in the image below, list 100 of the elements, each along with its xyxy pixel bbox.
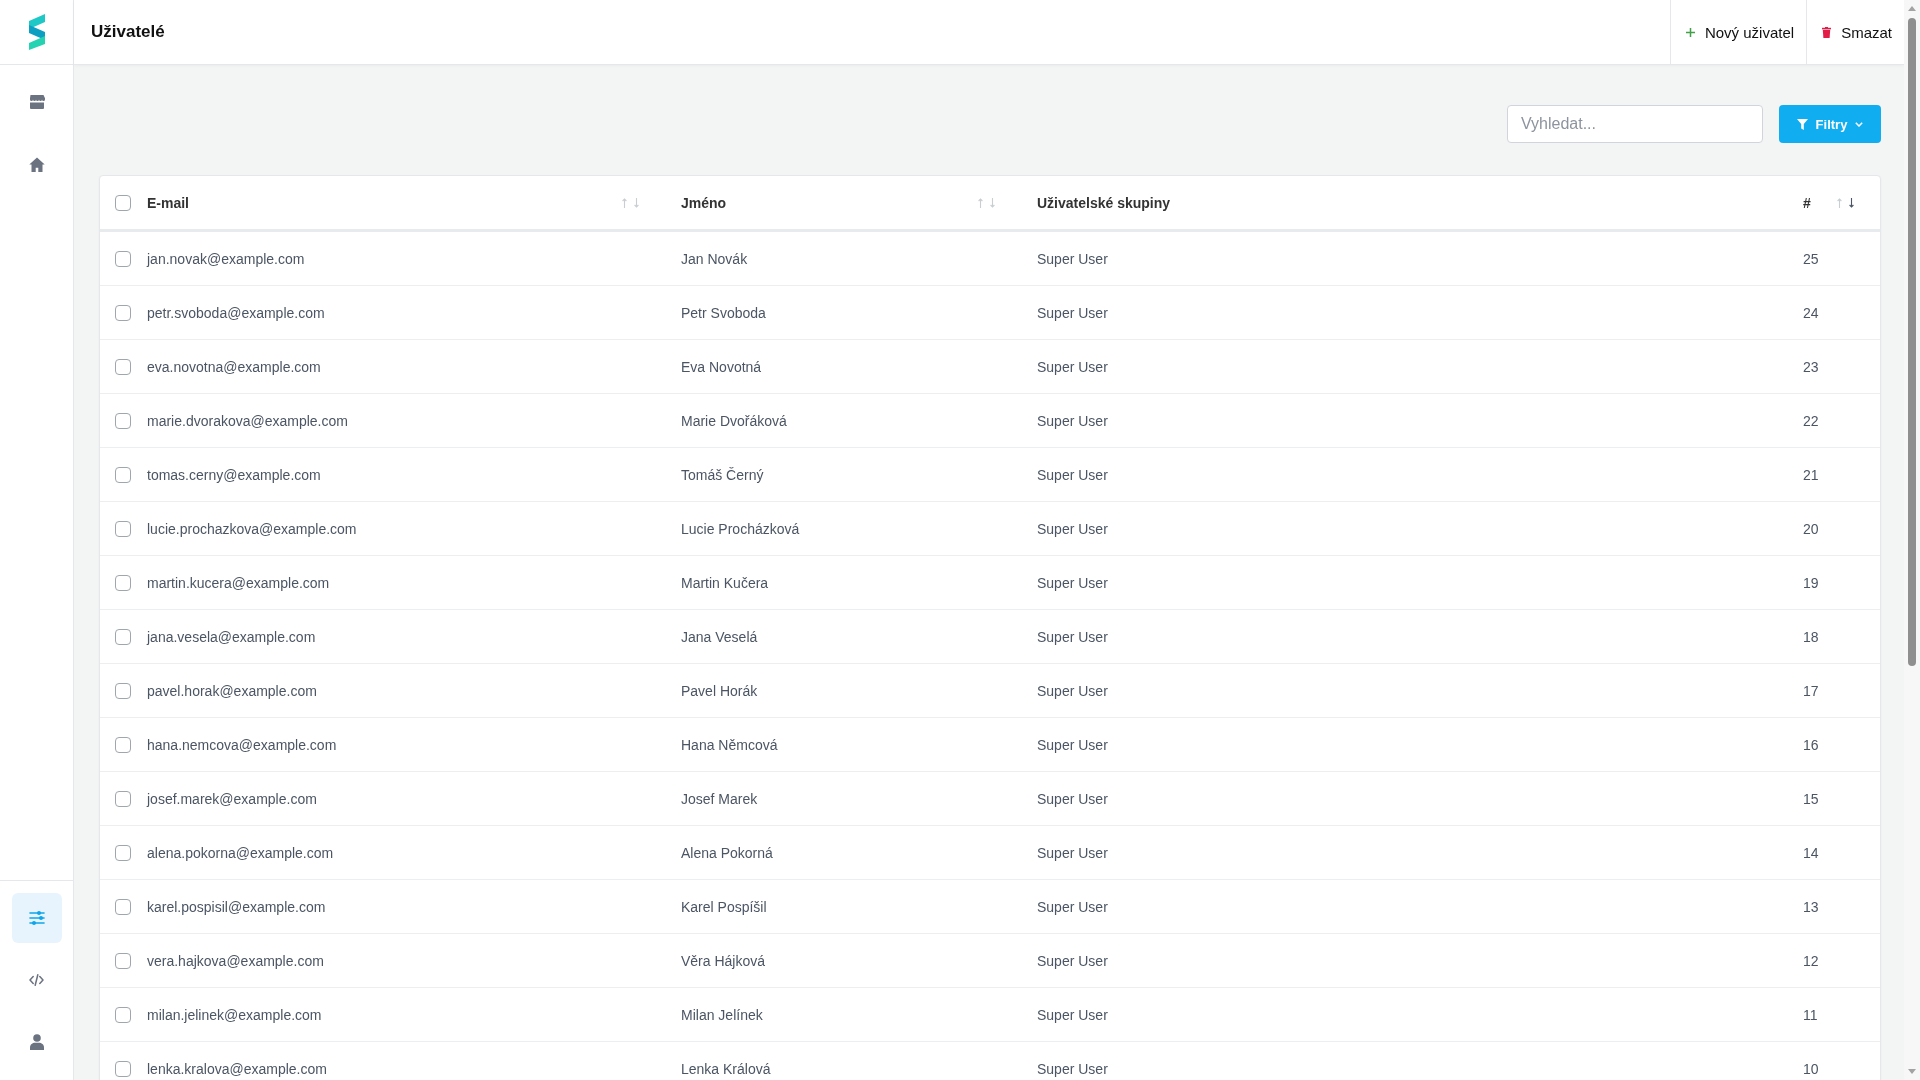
user-group: Super User [1037,250,1108,267]
checkbox[interactable] [115,574,131,591]
user-group: Super User [1037,736,1108,753]
checkbox[interactable] [115,194,131,211]
row-number: 24 [1803,304,1819,321]
checkbox[interactable] [115,466,131,483]
user-name: Alena Pokorná [681,844,773,861]
search-field[interactable]: Vyhledat... [1507,105,1763,143]
column-heading: Jméno [681,194,727,211]
user-group: Super User [1037,358,1108,375]
user-name: Jana Veselá [681,628,758,645]
checkbox[interactable] [115,790,131,807]
filter-icon [1796,118,1808,130]
checkbox[interactable] [115,736,131,753]
email-address: eva.novotna@example.com [147,358,321,375]
user-name: Karel Pospíšil [681,898,767,915]
user-name: Marie Dvořáková [681,412,787,429]
user-name: Hana Němcová [681,736,778,753]
user-name: Pavel Horák [681,682,758,699]
user-group: Super User [1037,520,1108,537]
chevron-down-icon [1855,121,1864,127]
user-group: Super User [1037,844,1108,861]
add-button[interactable]: Nový uživatel [1669,0,1807,64]
user-group: Super User [1037,1006,1108,1023]
email-address: jana.vesela@example.com [147,628,316,645]
user-group: Super User [1037,1060,1108,1077]
checkbox[interactable] [115,628,131,645]
user-group: Super User [1037,628,1108,645]
row-number: 16 [1803,736,1819,753]
code-icon [29,974,44,986]
email-address: hana.nemcova@example.com [147,736,337,753]
page-title: Uživatelé [91,22,165,42]
row-number: 22 [1803,412,1819,429]
column-heading: # [1803,194,1811,211]
email-address: karel.pospisil@example.com [147,898,326,915]
user-icon [29,1034,44,1050]
row-number: 23 [1803,358,1819,375]
row-number: 10 [1803,1060,1819,1077]
email-address: milan.jelinek@example.com [147,1006,322,1023]
trash-icon [1822,26,1832,38]
user-group: Super User [1037,466,1108,483]
row-number: 21 [1803,466,1819,483]
user-group: Super User [1037,952,1108,969]
logo [27,14,46,50]
email-address: martin.kucera@example.com [147,574,330,591]
user-group: Super User [1037,898,1108,915]
user-name: Lenka Králová [681,1060,771,1077]
checkbox[interactable] [115,358,131,375]
checkbox[interactable] [115,844,131,861]
email-address: alena.pokorna@example.com [147,844,334,861]
store-icon [28,95,45,109]
email-address: vera.hajkova@example.com [147,952,324,969]
email-address: marie.dvorakova@example.com [147,412,348,429]
checkbox[interactable] [115,250,131,267]
email-address: tomas.cerny@example.com [147,466,321,483]
email-address: josef.marek@example.com [147,790,317,807]
user-group: Super User [1037,574,1108,591]
checkbox[interactable] [115,952,131,969]
plus-icon [1685,27,1695,37]
checkbox[interactable] [115,1060,131,1077]
sidebar-item[interactable] [11,893,62,943]
email-address: lenka.kralova@example.com [147,1060,327,1077]
row-number: 25 [1803,250,1819,267]
user-group: Super User [1037,790,1108,807]
email-address: jan.novak@example.com [147,250,305,267]
user-name: Jan Novák [681,250,748,267]
checkbox[interactable] [115,682,131,699]
row-number: 19 [1803,574,1819,591]
row-number: 14 [1803,844,1819,861]
user-name: Milan Jelínek [681,1006,763,1023]
email-address: pavel.horak@example.com [147,682,317,699]
email-address: petr.svoboda@example.com [147,304,325,321]
home-icon [28,156,45,172]
user-name: Martin Kučera [681,574,769,591]
sliders-icon [28,911,45,925]
user-group: Super User [1037,412,1108,429]
checkbox[interactable] [115,1006,131,1023]
user-group: Super User [1037,682,1108,699]
user-name: Eva Novotná [681,358,762,375]
row-number: 15 [1803,790,1819,807]
checkbox[interactable] [115,304,131,321]
row-number: 17 [1803,682,1819,699]
row-number: 13 [1803,898,1819,915]
delete-button[interactable]: Smazat [1806,0,1904,64]
email-address: lucie.prochazkova@example.com [147,520,357,537]
user-name: Petr Svoboda [681,304,766,321]
column-heading: E-mail [147,194,189,211]
row-number: 18 [1803,628,1819,645]
row-number: 11 [1803,1006,1818,1023]
checkbox[interactable] [115,898,131,915]
user-name: Josef Marek [681,790,758,807]
row-number: 20 [1803,520,1819,537]
checkbox[interactable] [115,520,131,537]
checkbox[interactable] [115,412,131,429]
column-heading: Uživatelské skupiny [1037,194,1171,211]
user-group: Super User [1037,304,1108,321]
row-number: 12 [1803,952,1819,969]
user-name: Věra Hájková [681,952,766,969]
user-name: Tomáš Černý [681,466,764,483]
user-name: Lucie Procházková [681,520,800,537]
